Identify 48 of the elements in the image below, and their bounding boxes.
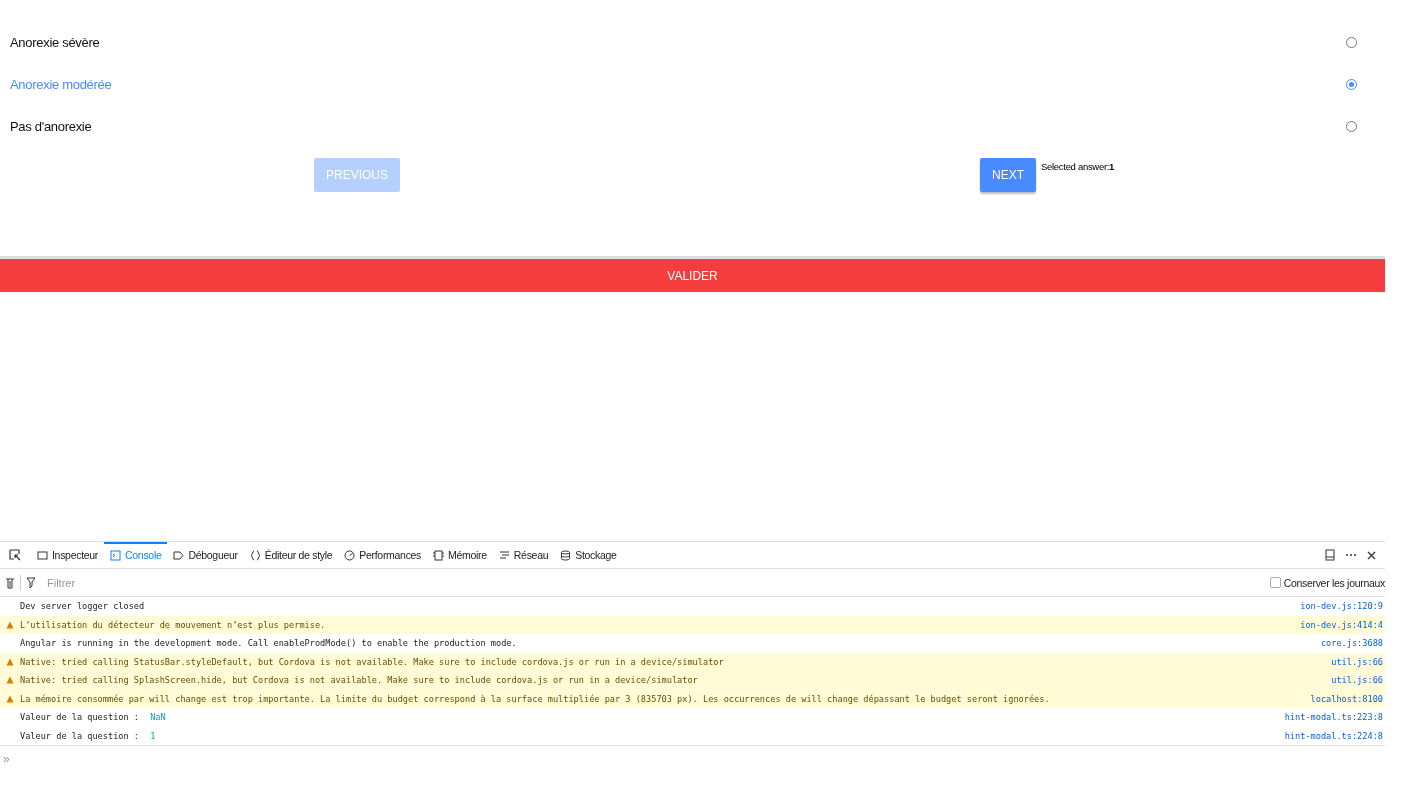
devtools-tab[interactable]: Mémoire: [427, 542, 493, 568]
source-link[interactable]: hint-modal.ts:223:8: [1284, 712, 1383, 723]
console-message: Native: tried calling StatusBar.styleDefault, but Cordova is not available. Make sure to include cordova.js or run in a device/simulator: [20, 656, 725, 667]
devtools-tab[interactable]: Stockage: [554, 542, 623, 568]
source-link[interactable]: util.js:66: [1331, 675, 1383, 686]
element-picker-icon[interactable]: [9, 549, 21, 561]
warning-icon: [6, 620, 14, 629]
selected-answer-text: Selected answer:1: [1041, 161, 1115, 172]
source-link[interactable]: hint-modal.ts:224:8: [1284, 730, 1383, 741]
more-icon[interactable]: [1345, 553, 1357, 557]
answer-label: Anorexie sévère: [10, 34, 100, 50]
devtools-tab[interactable]: Réseau: [492, 542, 555, 568]
chip-icon: [433, 549, 445, 561]
brace-icon: [249, 549, 261, 561]
answer-label: Anorexie modérée: [10, 76, 112, 92]
console-message: Native: tried calling SplashScreen.hide, but Cordova is not available. Make sure to include cordova.js or run in a device/simulator: [20, 675, 699, 686]
lines-icon: [498, 549, 510, 561]
answer-label: Pas d'anorexie: [10, 119, 92, 135]
trash-icon[interactable]: [5, 576, 15, 589]
devtools-tab[interactable]: Performances: [338, 542, 428, 568]
console-message: Valeur de la question : 1: [20, 730, 157, 741]
gauge-icon: [344, 549, 356, 561]
console-message: La mémoire consommée par will change est trop importante. La limite du budget correspond à la surface multipliée par 3 (835703 px). Les occurrences de will change dépassant le budget seront ignorées.: [20, 693, 1051, 704]
source-link[interactable]: ion-dev.js:414:4: [1300, 619, 1383, 630]
validate-button[interactable]: VALIDER: [0, 259, 1385, 292]
devtools-tab[interactable]: Éditeur de style: [243, 542, 339, 568]
source-link[interactable]: ion-dev.js:120:9: [1300, 601, 1383, 612]
devtools-tab[interactable]: Débogueur: [167, 542, 244, 568]
next-button[interactable]: NEXT: [980, 158, 1037, 192]
console-message: Valeur de la question : NaN: [20, 712, 167, 723]
source-link[interactable]: localhost:8100: [1310, 693, 1383, 704]
console-message: L’utilisation du détecteur de mouvement n’est plus permise.: [20, 619, 327, 630]
persist-logs-checkbox[interactable]: Conserver les journaux: [1269, 576, 1385, 589]
close-icon[interactable]: [1367, 550, 1376, 560]
devtools-tab[interactable]: Inspecteur: [31, 542, 105, 568]
tag-icon: [173, 549, 185, 561]
console-message: Angular is running in the development mode. Call enableProdMode() to enable the production mode.: [20, 638, 518, 649]
filter-icon: [26, 576, 36, 589]
dock-icon[interactable]: [1325, 549, 1335, 561]
warning-icon: [6, 657, 14, 666]
console-prompt[interactable]: »: [3, 752, 10, 766]
console-icon: [110, 549, 122, 561]
source-link[interactable]: util.js:66: [1331, 656, 1383, 667]
devtools-tab[interactable]: Console: [104, 542, 168, 568]
source-link[interactable]: core.js:3688: [1320, 638, 1383, 649]
box-icon: [37, 549, 48, 561]
database-icon: [560, 549, 572, 561]
console-message: Dev server logger closed: [20, 601, 146, 612]
